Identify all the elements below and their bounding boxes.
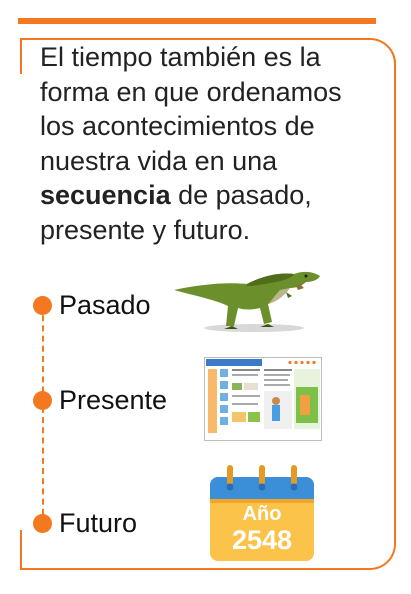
past-label: Pasado — [59, 290, 151, 320]
dinosaur-image — [174, 271, 320, 332]
timeline-dot-future — [33, 514, 52, 533]
card-border-corner — [370, 38, 396, 64]
present-label: Presente — [59, 385, 168, 415]
future-label: Futuro — [59, 508, 138, 538]
timeline-line — [42, 305, 44, 525]
textbook-pages-image — [204, 357, 322, 441]
timeline-dot-past — [33, 296, 52, 315]
intro-paragraph: El tiempo también es la forma en que ord… — [40, 40, 370, 247]
calendar-year: 2548 — [231, 525, 293, 555]
calendar-word: Año — [242, 503, 282, 525]
intro-keyword: secuencia — [40, 180, 171, 210]
top-accent-bar — [18, 18, 376, 24]
timeline-dot-present — [33, 391, 52, 410]
calendar-image: Año 2548 — [206, 463, 318, 563]
intro-text-start: El tiempo también es la forma en que ord… — [40, 42, 342, 176]
